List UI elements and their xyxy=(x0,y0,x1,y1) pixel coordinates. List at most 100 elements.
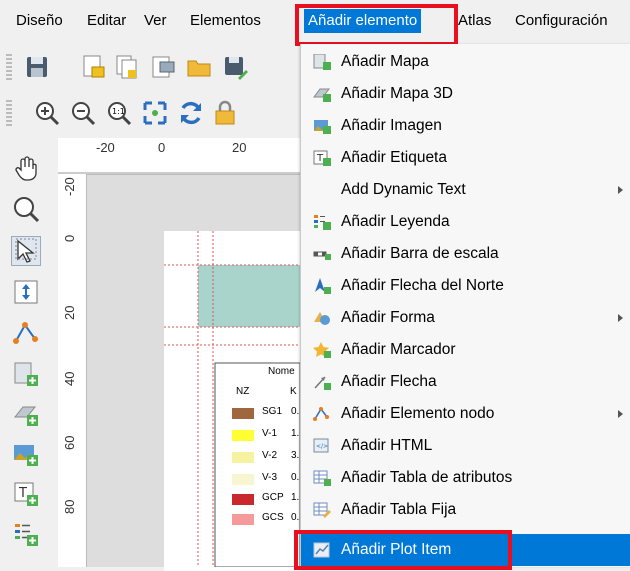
legend-value: 0. xyxy=(291,472,300,483)
image-icon xyxy=(314,120,331,134)
zoom-actual-icon[interactable]: 1:1 xyxy=(106,100,132,126)
pan-hand-icon[interactable] xyxy=(12,154,40,182)
map-icon xyxy=(313,54,331,70)
menu-configuracion[interactable]: Configuración xyxy=(515,10,608,32)
legend-label: V-2 xyxy=(262,450,278,461)
arrow-icon xyxy=(314,376,331,390)
legend-value: 1. xyxy=(291,428,300,439)
menu-item-add-marker[interactable]: Añadir Marcador xyxy=(301,334,630,366)
legend-label: GCP xyxy=(262,492,284,503)
menu-item-label: Añadir Leyenda xyxy=(341,213,450,230)
menu-item-add-fixed-table[interactable]: Añadir Tabla Fija xyxy=(301,494,630,526)
node-item-icon xyxy=(313,407,329,421)
legend-swatch xyxy=(232,514,254,525)
add-legend-tool-icon[interactable] xyxy=(12,520,40,548)
menu-item-add-shape[interactable]: Añadir Forma xyxy=(301,302,630,334)
select-arrow-icon xyxy=(15,238,37,263)
menu-item-label: Añadir Marcador xyxy=(341,341,456,358)
menu-item-add-arrow[interactable]: Añadir Flecha xyxy=(301,366,630,398)
toolbar-grip[interactable] xyxy=(6,54,12,80)
menu-item-add-plot-item[interactable]: Añadir Plot Item xyxy=(301,534,630,566)
lock-icon[interactable] xyxy=(212,100,238,126)
legend-label: GCS xyxy=(262,512,284,523)
submenu-arrow-icon xyxy=(618,186,623,194)
zoom-in-icon[interactable] xyxy=(34,100,60,126)
legend-label: SG1 xyxy=(262,406,283,417)
menu-item-add-map[interactable]: Añadir Mapa xyxy=(301,46,630,78)
legend-value: 3. xyxy=(291,450,300,461)
menu-item-label: Añadir Flecha xyxy=(341,373,437,390)
ruler-ticks-h xyxy=(58,172,300,174)
scalebar-icon xyxy=(313,251,331,260)
menu-diseno[interactable]: Diseño xyxy=(16,10,63,32)
menu-item-label: Añadir Forma xyxy=(341,309,435,326)
menu-item-add-label[interactable]: T Añadir Etiqueta xyxy=(301,142,630,174)
menu-item-add-scalebar[interactable]: Añadir Barra de escala xyxy=(301,238,630,270)
move-content-icon[interactable] xyxy=(12,278,40,306)
refresh-icon[interactable] xyxy=(178,100,204,126)
menu-item-add-dynamic-text[interactable]: Add Dynamic Text xyxy=(301,174,630,206)
svg-text:1:1: 1:1 xyxy=(112,107,125,116)
ruler-label: -20 xyxy=(96,140,115,155)
plot-item-icon xyxy=(313,542,330,558)
edit-nodes-icon[interactable] xyxy=(12,319,40,347)
add-item-dropdown: Añadir Mapa Añadir Mapa 3D Añadir Imagen… xyxy=(300,44,630,567)
menu-item-label: Añadir Tabla Fija xyxy=(341,501,457,518)
add-3d-map-tool-icon[interactable] xyxy=(12,400,40,428)
menu-item-add-legend[interactable]: Añadir Leyenda xyxy=(301,206,630,238)
map-3d-icon xyxy=(313,88,331,102)
toolbar-file xyxy=(0,46,300,88)
ruler-label: 0 xyxy=(62,234,77,242)
toolbar-grip-2[interactable] xyxy=(6,100,12,126)
add-map-tool-icon[interactable] xyxy=(12,360,40,388)
menu-item-add-node-item[interactable]: Añadir Elemento nodo xyxy=(301,398,630,430)
new-layout-icon[interactable] xyxy=(80,54,106,80)
add-image-tool-icon[interactable] xyxy=(12,440,40,468)
menu-bar: Diseño Editar Ver Elementos Añadir eleme… xyxy=(0,0,630,40)
ruler-label: 20 xyxy=(232,140,247,155)
zoom-full-icon[interactable] xyxy=(142,100,168,126)
html-icon: </> xyxy=(313,438,329,453)
zoom-tool-icon[interactable] xyxy=(12,195,40,223)
select-move-tool[interactable] xyxy=(11,236,41,266)
submenu-arrow-icon xyxy=(618,410,623,418)
layout-manager-icon[interactable] xyxy=(150,54,176,80)
menu-item-label: Add Dynamic Text xyxy=(341,181,466,198)
menu-ver[interactable]: Ver xyxy=(144,10,167,32)
legend-value: 0. xyxy=(291,406,300,417)
menu-item-label: Añadir Plot Item xyxy=(341,541,452,558)
save-icon[interactable] xyxy=(24,54,50,80)
menu-item-label: Añadir Imagen xyxy=(341,117,442,134)
legend-swatch xyxy=(232,452,254,463)
submenu-arrow-icon xyxy=(618,314,623,322)
open-folder-icon[interactable] xyxy=(186,54,212,80)
menu-editar[interactable]: Editar xyxy=(87,10,126,32)
ruler-label: -20 xyxy=(62,177,77,196)
zoom-out-icon[interactable] xyxy=(70,100,96,126)
legend-label: V-3 xyxy=(262,472,278,483)
ruler-label: 20 xyxy=(62,305,77,320)
svg-text:</>: </> xyxy=(316,443,328,450)
menu-item-label: Añadir Barra de escala xyxy=(341,245,499,262)
horizontal-ruler: -20 0 20 xyxy=(58,138,300,175)
add-label-tool-icon[interactable]: T xyxy=(12,480,40,508)
legend-swatch xyxy=(232,494,254,505)
menu-item-add-north-arrow[interactable]: Añadir Flecha del Norte xyxy=(301,270,630,302)
toolbar-view: 1:1 xyxy=(0,92,300,134)
duplicate-layout-icon[interactable] xyxy=(114,54,140,80)
attribute-table-icon xyxy=(313,470,331,486)
menu-atlas[interactable]: Atlas xyxy=(458,10,491,32)
legend-icon xyxy=(314,215,331,230)
menu-item-add-map-3d[interactable]: Añadir Mapa 3D xyxy=(301,78,630,110)
label-icon: T xyxy=(313,150,331,166)
legend-value: 0. xyxy=(291,512,300,523)
menu-item-add-html[interactable]: </> Añadir HTML xyxy=(301,430,630,462)
menu-elementos[interactable]: Elementos xyxy=(190,10,261,32)
menu-item-add-attribute-table[interactable]: Añadir Tabla de atributos xyxy=(301,462,630,494)
tool-panel: T xyxy=(0,138,50,567)
ruler-label: 60 xyxy=(62,435,77,450)
menu-item-label: Añadir Flecha del Norte xyxy=(341,277,504,294)
menu-item-add-image[interactable]: Añadir Imagen xyxy=(301,110,630,142)
save-template-icon[interactable] xyxy=(222,54,248,80)
menu-anadir-elemento[interactable]: Añadir elemento xyxy=(304,9,422,33)
